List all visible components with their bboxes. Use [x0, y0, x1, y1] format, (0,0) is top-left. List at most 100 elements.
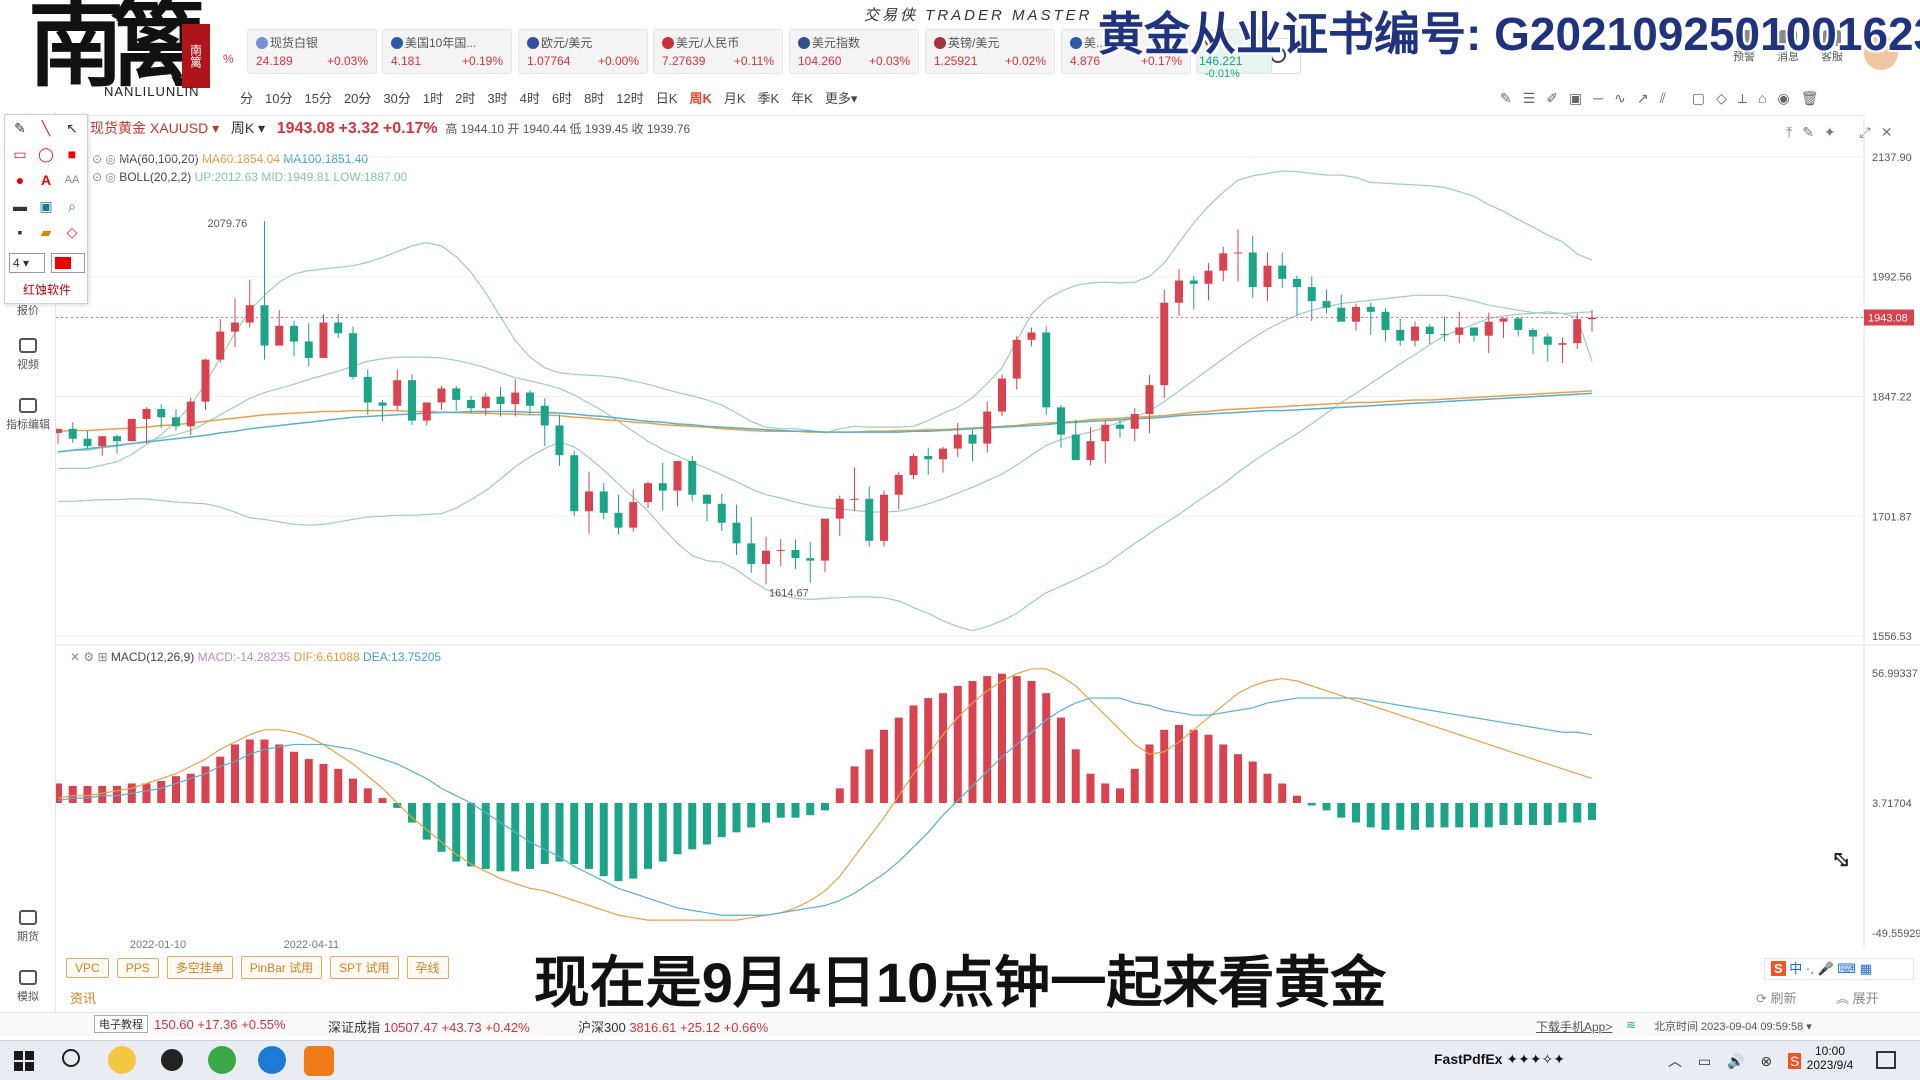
timeframe-7[interactable]: 3时 [487, 88, 507, 107]
windows-start-icon[interactable] [14, 1051, 34, 1071]
macd-bar [1529, 803, 1537, 825]
macd-bar [1263, 773, 1272, 803]
timeframe-5[interactable]: 1时 [423, 88, 443, 107]
taskbar-app-feishu[interactable] [258, 1046, 286, 1074]
ticker-card[interactable]: 现货白银 24.189 +0.03% [247, 29, 377, 74]
macd-bar [1293, 795, 1301, 803]
pen-icon[interactable]: ✎ [9, 117, 31, 139]
notification-icon[interactable] [1876, 1051, 1896, 1069]
macd-bar [98, 785, 107, 803]
color-select[interactable] [51, 253, 85, 273]
taskbar-app-trader[interactable] [304, 1046, 334, 1076]
size-select[interactable]: 4 ▾ [9, 253, 45, 273]
timeframe-12[interactable]: 日K [656, 88, 678, 107]
ticker-card[interactable]: 美元/人民币 7.27639 +0.11% [653, 29, 783, 74]
text-icon[interactable]: A [35, 169, 57, 191]
stack-icon [19, 910, 37, 925]
macd-bar [1189, 729, 1198, 803]
taskbar-app-paint[interactable] [108, 1046, 136, 1074]
zoom-icon[interactable]: ⌕ [61, 195, 83, 217]
eraser-icon[interactable]: ◇ [61, 221, 83, 243]
ellipse-icon[interactable]: ◯ [35, 143, 57, 165]
sidebar-video[interactable]: 视频 [4, 338, 52, 372]
timeframe-9[interactable]: 6时 [552, 88, 572, 107]
timeframe-2[interactable]: 15分 [304, 88, 331, 107]
index-1[interactable]: 150.60 +17.36 +0.55% [154, 1017, 286, 1032]
candle-body [717, 503, 726, 523]
folder-icon[interactable]: ▰ [35, 221, 57, 243]
candle-body [393, 380, 402, 406]
beijing-time[interactable]: 北京时间 2023-09-04 09:59:58 ▾ [1654, 1018, 1812, 1034]
last-price-label: 1943.08 [1868, 313, 1908, 325]
timeframe-4[interactable]: 30分 [383, 88, 410, 107]
timeframe-16[interactable]: 年K [791, 88, 813, 107]
index-sz[interactable]: 深证成指 10507.47 +43.73 +0.42% [328, 1017, 530, 1036]
macd-bar [1381, 803, 1390, 830]
tray-icons[interactable]: ︿ ▭ 🔊 ⊗ S [1668, 1051, 1802, 1071]
candle-body [172, 417, 180, 427]
timeframe-11[interactable]: 12时 [616, 88, 643, 107]
macd-bar [216, 756, 225, 803]
drawing-panel: ✎ ╲ ↖ ▭ ◯ ■ ● A AA ▬ ▣ ⌕ ▪ ▰ ◇ 4 ▾ 红蚀软件 [4, 114, 88, 304]
sidebar-indicator-edit[interactable]: 指标编辑 [4, 398, 52, 432]
timeframe-1[interactable]: 10分 [265, 88, 292, 107]
chart-area[interactable]: 2079.76 1614.67 2137.90 1992.56 1847.22 1701… [56, 118, 1920, 948]
sidebar-quote[interactable]: 报价 [4, 302, 52, 318]
candle-body [1411, 326, 1419, 341]
drawing-toolbar[interactable]: ✎☰✐▣─∿↗⫽ ▢◇⟂⌂◉🗑 [1500, 90, 1830, 107]
ticker-price: 1.25921 [934, 54, 978, 68]
line-icon[interactable]: ╲ [35, 117, 57, 139]
ticker-card[interactable]: 美元指数 104.260 +0.03% [789, 29, 919, 74]
flag-icon [256, 37, 268, 49]
macd-bar [1175, 724, 1183, 803]
font-icon[interactable]: AA [61, 169, 83, 191]
index-sz-name: 深证成指 [328, 1020, 381, 1035]
candle-body [1057, 407, 1065, 435]
app-title: 交易侠 TRADER MASTER [864, 7, 1093, 24]
ticker-change: -0.01% [1205, 68, 1240, 80]
ticker-card[interactable]: 美国10年国... 4.181 +0.19% [382, 29, 512, 74]
taskbar-app-obs[interactable] [158, 1046, 186, 1074]
candle-body [56, 428, 62, 433]
search-icon[interactable] [62, 1049, 80, 1067]
arrow-icon[interactable]: ↖ [61, 117, 83, 139]
filled-rect-icon[interactable]: ■ [61, 143, 83, 165]
marker-icon[interactable]: ▬ [9, 195, 31, 217]
candle-body [806, 558, 815, 561]
timeframe-14[interactable]: 月K [724, 88, 746, 107]
ticker-card[interactable]: 欧元/美元 1.07764 +0.00% [518, 29, 648, 74]
timeframe-10[interactable]: 8时 [584, 88, 604, 107]
logo-seal: 南篱 [182, 24, 210, 88]
rect-icon[interactable]: ▭ [9, 143, 31, 165]
candle-body [437, 388, 446, 403]
timeframe-15[interactable]: 季K [758, 88, 780, 107]
timeframe-0[interactable]: 分 [240, 88, 253, 107]
candle-body [1145, 385, 1154, 414]
clock[interactable]: 10:00 2023/9/4 [1800, 1044, 1860, 1072]
filled-ellipse-icon[interactable]: ● [9, 169, 31, 191]
sidebar-indicator-label: 指标编辑 [6, 419, 50, 431]
image-icon[interactable]: ▣ [35, 195, 57, 217]
save-icon[interactable]: ▪ [9, 221, 31, 243]
timeframe-8[interactable]: 4时 [520, 88, 540, 107]
macd-bar [1425, 803, 1434, 828]
candle-body [1352, 306, 1360, 322]
candle-body [1086, 441, 1095, 461]
macd-bar [1455, 803, 1464, 828]
macd-bar [850, 766, 859, 803]
index-hs300[interactable]: 沪深300 3816.61 +25.12 +0.66% [578, 1017, 768, 1036]
candle-body [334, 322, 343, 334]
timeframe-13[interactable]: 周K [689, 88, 711, 107]
candle-body [201, 359, 210, 402]
candle-body [776, 549, 785, 551]
ticker-card[interactable]: 英镑/美元 1.25921 +0.02% [925, 29, 1055, 74]
taskbar-app-browser[interactable] [208, 1046, 236, 1074]
candle-body [1499, 318, 1508, 322]
timeframe-6[interactable]: 2时 [455, 88, 475, 107]
timeframe-3[interactable]: 20分 [344, 88, 371, 107]
macd-tick-label: 56.99337 [1872, 668, 1918, 680]
download-app-link[interactable]: 下载手机App> [1536, 1018, 1612, 1035]
candle-body [1042, 332, 1051, 408]
timeframe-17[interactable]: 更多▾ [825, 88, 858, 107]
logo: 南篱 南篱 NANLILUNLIN [14, 0, 219, 112]
